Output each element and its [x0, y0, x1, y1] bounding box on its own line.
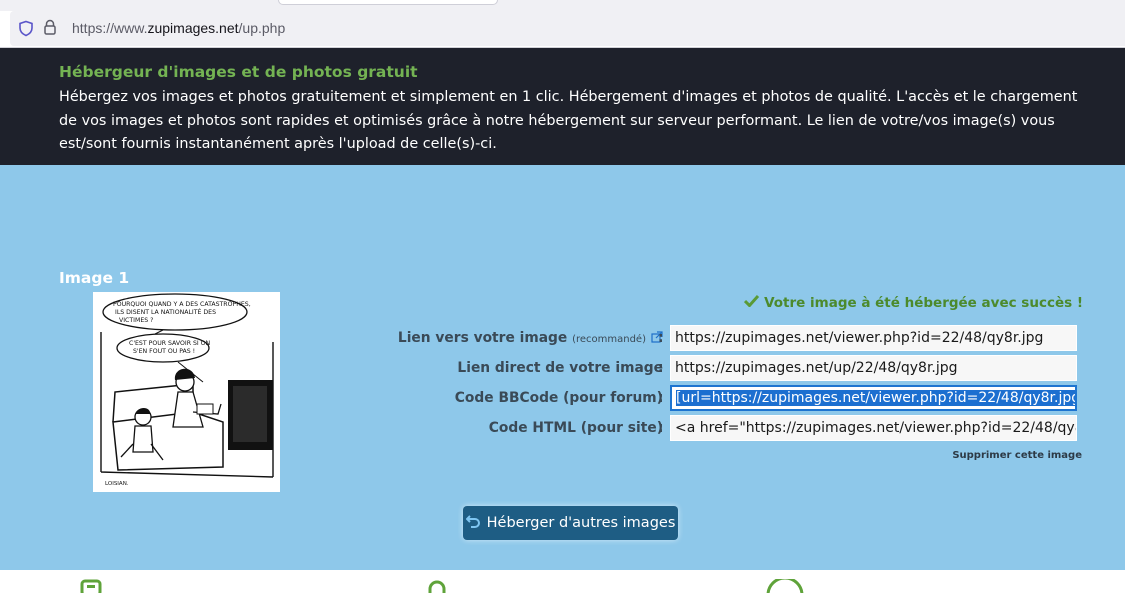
field-value: https://zupimages.net/up/22/48/qy8r.jpg — [675, 360, 958, 376]
checkmark-icon — [744, 294, 760, 311]
feature-icon-storage — [80, 578, 102, 597]
direct-link-field[interactable]: https://zupimages.net/up/22/48/qy8r.jpg — [670, 355, 1077, 381]
bbcode-field[interactable]: [url=https://zupimages.net/viewer.php?id… — [670, 385, 1077, 411]
row-label-text: Lien vers votre image — [397, 330, 568, 346]
return-arrow-icon — [465, 514, 481, 532]
page-description: Hébergez vos images et photos gratuiteme… — [59, 89, 1078, 152]
cartoon-signature: LOISIAN. — [105, 481, 129, 487]
host-more-images-button[interactable]: Héberger d'autres images — [463, 506, 678, 540]
direct-link-row: Lien direct de votre image : https://zup… — [0, 355, 1125, 383]
url-domain: zupimages.net — [147, 20, 239, 36]
html-code-row: Code HTML (pour site) : <a href="https:/… — [0, 415, 1125, 443]
html-code-field[interactable]: <a href="https://zupimages.net/viewer.ph… — [670, 415, 1077, 441]
field-value: https://zupimages.net/viewer.php?id=22/4… — [675, 330, 1044, 346]
image-label: Image 1 — [59, 269, 130, 287]
bbcode-row: Code BBCode (pour forum) : [url=https://… — [0, 385, 1125, 413]
viewer-link-field[interactable]: https://zupimages.net/viewer.php?id=22/4… — [670, 325, 1077, 351]
row-colon: : — [658, 420, 664, 436]
cartoon-bubble-line: ILS DISENT LA NATIONALITÉ DES — [115, 307, 216, 316]
site-header: Hébergeur d'images et de photos gratuit … — [0, 48, 1125, 165]
success-message: Votre image à été hébergée avec succès ! — [744, 294, 1083, 311]
browser-tab[interactable] — [278, 0, 498, 5]
link-viewer-row: Lien vers votre image (recommandé) : htt… — [0, 325, 1125, 353]
row-label: Lien direct de votre image — [457, 360, 663, 376]
field-value-selected: [url=https://zupimages.net/viewer.php?id… — [676, 390, 1075, 406]
page-title: Hébergeur d'images et de photos gratuit — [59, 63, 418, 81]
cartoon-bubble-line: VICTIMES ? — [119, 317, 153, 324]
feature-icon-check — [766, 576, 804, 597]
recommended-note: (recommandé) — [572, 334, 646, 345]
field-value: <a href="https://zupimages.net/viewer.ph… — [675, 420, 1076, 436]
url-path: /up.php — [238, 20, 286, 36]
url-text[interactable]: https://www.zupimages.net/up.php — [72, 20, 285, 36]
host-more-label: Héberger d'autres images — [486, 515, 676, 531]
row-colon: : — [658, 390, 664, 406]
shield-icon[interactable] — [18, 20, 34, 41]
browser-tabstrip — [0, 0, 1125, 11]
url-prefix: https://www. — [72, 20, 148, 36]
cartoon-bubble-line: POURQUOI QUAND Y A DES CATASTROPHES, — [113, 301, 251, 308]
upload-result-panel: Image 1 POURQUOI QUAND Y A DES CATASTROP… — [0, 165, 1125, 570]
delete-image-link[interactable]: Supprimer cette image — [952, 450, 1082, 461]
row-label: Code BBCode (pour forum) — [454, 390, 663, 406]
row-colon: : — [658, 360, 664, 376]
row-label: Lien vers votre image (recommandé) — [398, 330, 663, 347]
feature-icon-lock — [426, 578, 448, 597]
row-label: Code HTML (pour site) — [488, 420, 663, 436]
row-colon: : — [658, 330, 664, 346]
lock-icon[interactable] — [43, 19, 57, 40]
success-text: Votre image à été hébergée avec succès ! — [764, 294, 1083, 311]
address-bar[interactable]: https://www.zupimages.net/up.php — [10, 11, 1125, 46]
